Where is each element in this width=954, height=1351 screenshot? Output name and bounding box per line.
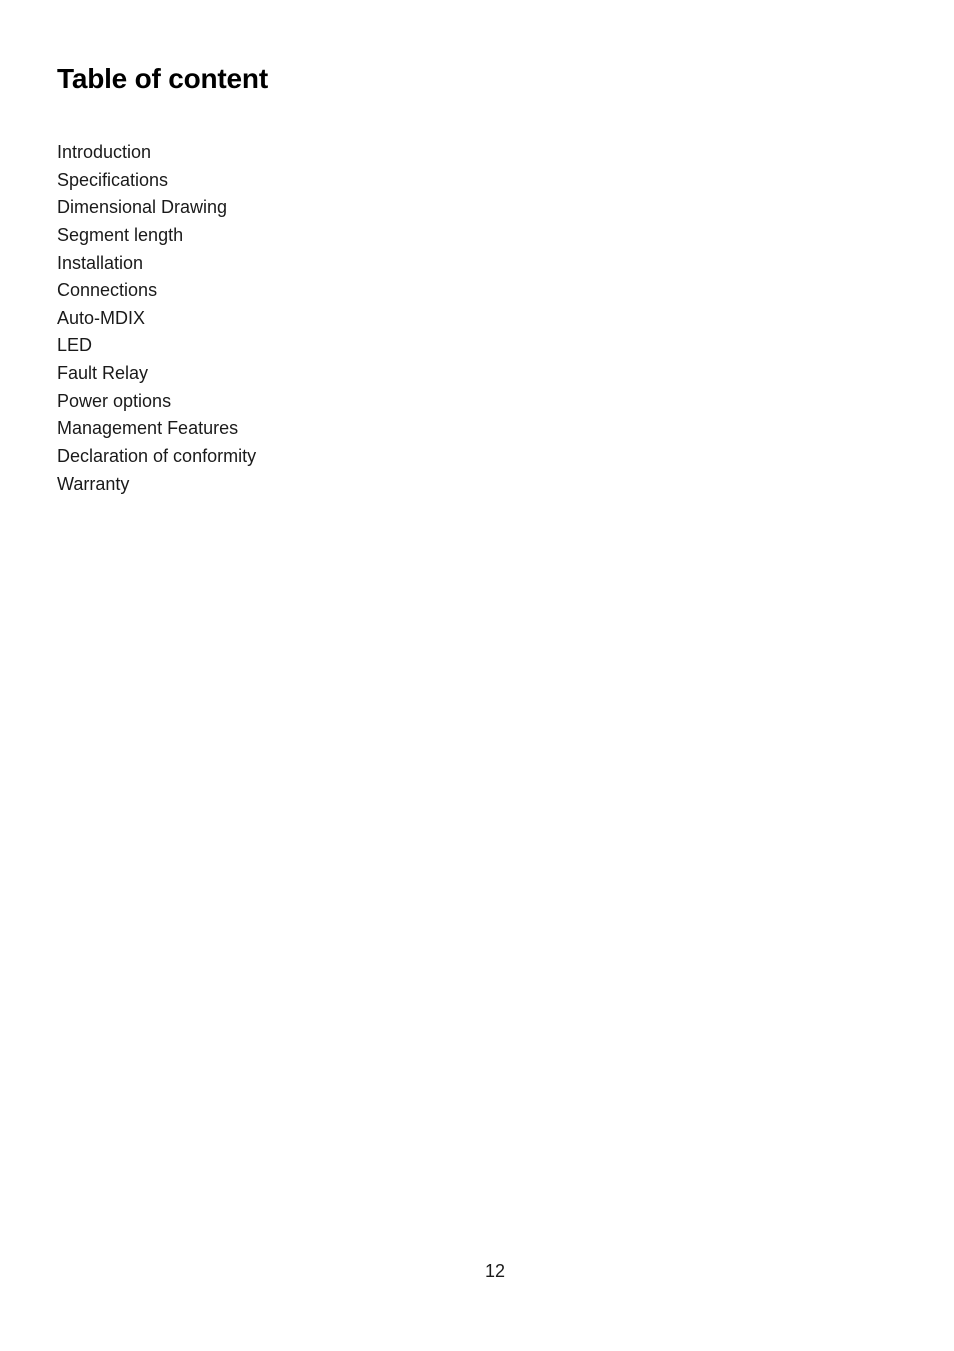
toc-item-connections[interactable]: Connections xyxy=(57,277,256,305)
toc-item-dimensional-drawing[interactable]: Dimensional Drawing xyxy=(57,194,256,222)
toc-item-segment-length[interactable]: Segment length xyxy=(57,222,256,250)
toc-item-installation[interactable]: Installation xyxy=(57,250,256,278)
page-number: 12 xyxy=(484,1261,506,1281)
toc-item-auto-mdix[interactable]: Auto-MDIX xyxy=(57,305,256,333)
toc-item-power-options[interactable]: Power options xyxy=(57,388,256,416)
toc-item-introduction[interactable]: Introduction xyxy=(57,139,256,167)
toc-item-fault-relay[interactable]: Fault Relay xyxy=(57,360,256,388)
page-title: Table of content xyxy=(57,63,268,94)
toc-item-warranty[interactable]: Warranty xyxy=(57,471,256,499)
toc-item-specifications[interactable]: Specifications xyxy=(57,167,256,195)
toc-item-declaration-of-conformity[interactable]: Declaration of conformity xyxy=(57,443,256,471)
toc-item-led[interactable]: LED xyxy=(57,332,256,360)
table-of-contents: Introduction Specifications Dimensional … xyxy=(57,139,256,498)
toc-item-management-features[interactable]: Management Features xyxy=(57,415,256,443)
